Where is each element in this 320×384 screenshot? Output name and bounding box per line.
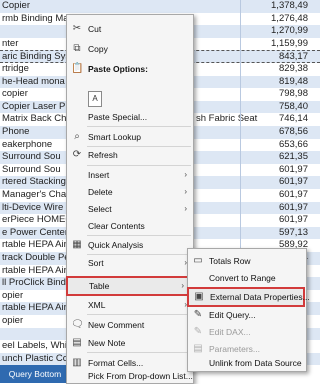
product-name-overflow-text: sh Fabric Seat: [196, 113, 258, 125]
scissors-icon: ✂: [72, 23, 82, 34]
clear-contents-label: Clear Contents: [88, 221, 145, 231]
sales-value-cell[interactable]: 601,97: [248, 202, 308, 214]
sales-value-cell[interactable]: 1,276,48: [248, 13, 308, 25]
quick-analysis-icon: ▦: [72, 239, 82, 250]
new-comment-label: New Comment: [88, 320, 145, 330]
sales-value-cell[interactable]: 819,48: [248, 76, 308, 88]
sales-value-cell[interactable]: 829,38: [248, 63, 308, 75]
edit-dax-label: Edit DAX...: [209, 327, 251, 337]
external-data-properties-label: External Data Properties...: [210, 292, 310, 302]
sales-value-cell[interactable]: 601,97: [248, 176, 308, 188]
clipboard-icon: 📋: [71, 63, 84, 74]
table-row[interactable]: Copier 1,378,49: [0, 0, 320, 13]
sales-value-cell[interactable]: 1,159,99: [248, 38, 308, 50]
select-menu-item[interactable]: Select ›: [67, 201, 193, 217]
chevron-right-icon: ›: [184, 170, 187, 179]
chevron-right-icon: ›: [181, 281, 184, 290]
convert-to-range-label: Convert to Range: [209, 273, 276, 283]
sales-value-cell[interactable]: 601,97: [248, 214, 308, 226]
unlink-label: Unlink from Data Source: [209, 358, 302, 368]
chevron-right-icon: ›: [184, 187, 187, 196]
clear-contents-menu-item[interactable]: Clear Contents: [67, 218, 193, 234]
xml-label: XML: [88, 300, 106, 310]
copy-menu-item[interactable]: ⧉ Copy: [67, 41, 193, 57]
smart-lookup-menu-item[interactable]: ⌕ Smart Lookup: [67, 129, 193, 145]
paste-options-header: 📋 Paste Options:: [67, 61, 193, 77]
chevron-right-icon: ›: [184, 204, 187, 213]
totals-row-label: Totals Row: [209, 256, 251, 266]
new-note-menu-item[interactable]: ▤ New Note: [67, 335, 193, 351]
xml-menu-item[interactable]: XML ›: [67, 297, 193, 313]
delete-menu-item[interactable]: Delete ›: [67, 184, 193, 200]
sheet-tab[interactable]: Query Bottom: [0, 365, 70, 383]
pick-from-dropdown-label: Pick From Drop-down List...: [88, 371, 193, 381]
cut-label: Cut: [88, 24, 102, 34]
sales-value-cell[interactable]: 678,56: [248, 126, 308, 138]
context-menu: ✂ Cut ⧉ Copy 📋 Paste Options: A Paste Sp…: [66, 14, 194, 384]
insert-label: Insert: [88, 170, 110, 180]
new-comment-menu-item[interactable]: 🗨 New Comment: [67, 317, 193, 333]
edit-query-menu-item[interactable]: ✎ Edit Query...: [188, 307, 306, 323]
totals-row-icon: ▭: [193, 255, 203, 266]
edit-query-icon: ✎: [193, 309, 203, 320]
sales-value-cell[interactable]: 597,13: [248, 227, 308, 239]
table-submenu: ▭ Totals Row Convert to Range ▣ External…: [187, 248, 310, 372]
edit-dax-menu-item[interactable]: ✎ Edit DAX...: [188, 324, 306, 340]
paste-special-menu-item[interactable]: Paste Special...: [67, 109, 193, 125]
pick-from-dropdown-menu-item[interactable]: Pick From Drop-down List...: [67, 368, 193, 384]
edit-query-label: Edit Query...: [209, 310, 256, 320]
sales-value-cell[interactable]: 653,66: [248, 139, 308, 151]
quick-analysis-label: Quick Analysis: [88, 240, 144, 250]
smart-lookup-label: Smart Lookup: [88, 132, 141, 142]
external-data-properties-menu-item[interactable]: ▣ External Data Properties...: [187, 287, 310, 307]
sort-label: Sort: [88, 258, 104, 268]
new-note-label: New Note: [88, 338, 126, 348]
totals-row-menu-item[interactable]: ▭ Totals Row: [188, 253, 306, 269]
copy-label: Copy: [88, 44, 108, 54]
paste-special-label: Paste Special...: [88, 112, 148, 122]
sales-value-cell[interactable]: 601,97: [248, 189, 308, 201]
copy-icon: ⧉: [73, 43, 81, 54]
convert-to-range-menu-item[interactable]: Convert to Range: [188, 270, 306, 286]
menu-divider: [87, 314, 191, 315]
paste-values-icon[interactable]: A: [88, 91, 102, 107]
product-name-cell[interactable]: Copier: [2, 0, 182, 12]
quick-analysis-menu-item[interactable]: ▦ Quick Analysis: [67, 237, 193, 253]
data-properties-icon: ▣: [194, 291, 204, 302]
table-label: Table: [89, 281, 110, 291]
search-icon: ⌕: [74, 131, 80, 142]
sort-menu-item[interactable]: Sort ›: [67, 255, 193, 271]
refresh-label: Refresh: [88, 150, 118, 160]
refresh-menu-item[interactable]: ⟳ Refresh: [67, 147, 193, 163]
menu-divider: [87, 126, 191, 127]
refresh-icon: ⟳: [72, 149, 82, 160]
note-icon: ▤: [72, 337, 82, 348]
edit-dax-icon: ✎: [193, 326, 203, 337]
sales-value-cell[interactable]: 843,17: [248, 51, 308, 63]
sales-value-cell[interactable]: 621,35: [248, 151, 308, 163]
unlink-menu-item[interactable]: Unlink from Data Source: [188, 355, 306, 371]
paste-options-label: Paste Options:: [88, 64, 148, 74]
sales-value-cell[interactable]: 601,97: [248, 164, 308, 176]
menu-divider: [87, 165, 191, 166]
sales-value-cell[interactable]: 1,378,49: [248, 0, 308, 12]
comment-icon: 🗨: [71, 319, 84, 330]
menu-divider: [87, 235, 191, 236]
parameters-label: Parameters...: [209, 344, 261, 354]
sales-value-cell[interactable]: 758,40: [248, 101, 308, 113]
table-menu-item[interactable]: Table ›: [66, 276, 192, 296]
cut-menu-item[interactable]: ✂ Cut: [67, 21, 193, 37]
sales-value-cell[interactable]: 1,270,99: [248, 25, 308, 37]
delete-label: Delete: [88, 187, 113, 197]
sales-value-cell[interactable]: 798,98: [248, 88, 308, 100]
select-label: Select: [88, 204, 112, 214]
parameters-icon: ▤: [193, 343, 203, 354]
menu-divider: [87, 352, 191, 353]
insert-menu-item[interactable]: Insert ›: [67, 167, 193, 183]
